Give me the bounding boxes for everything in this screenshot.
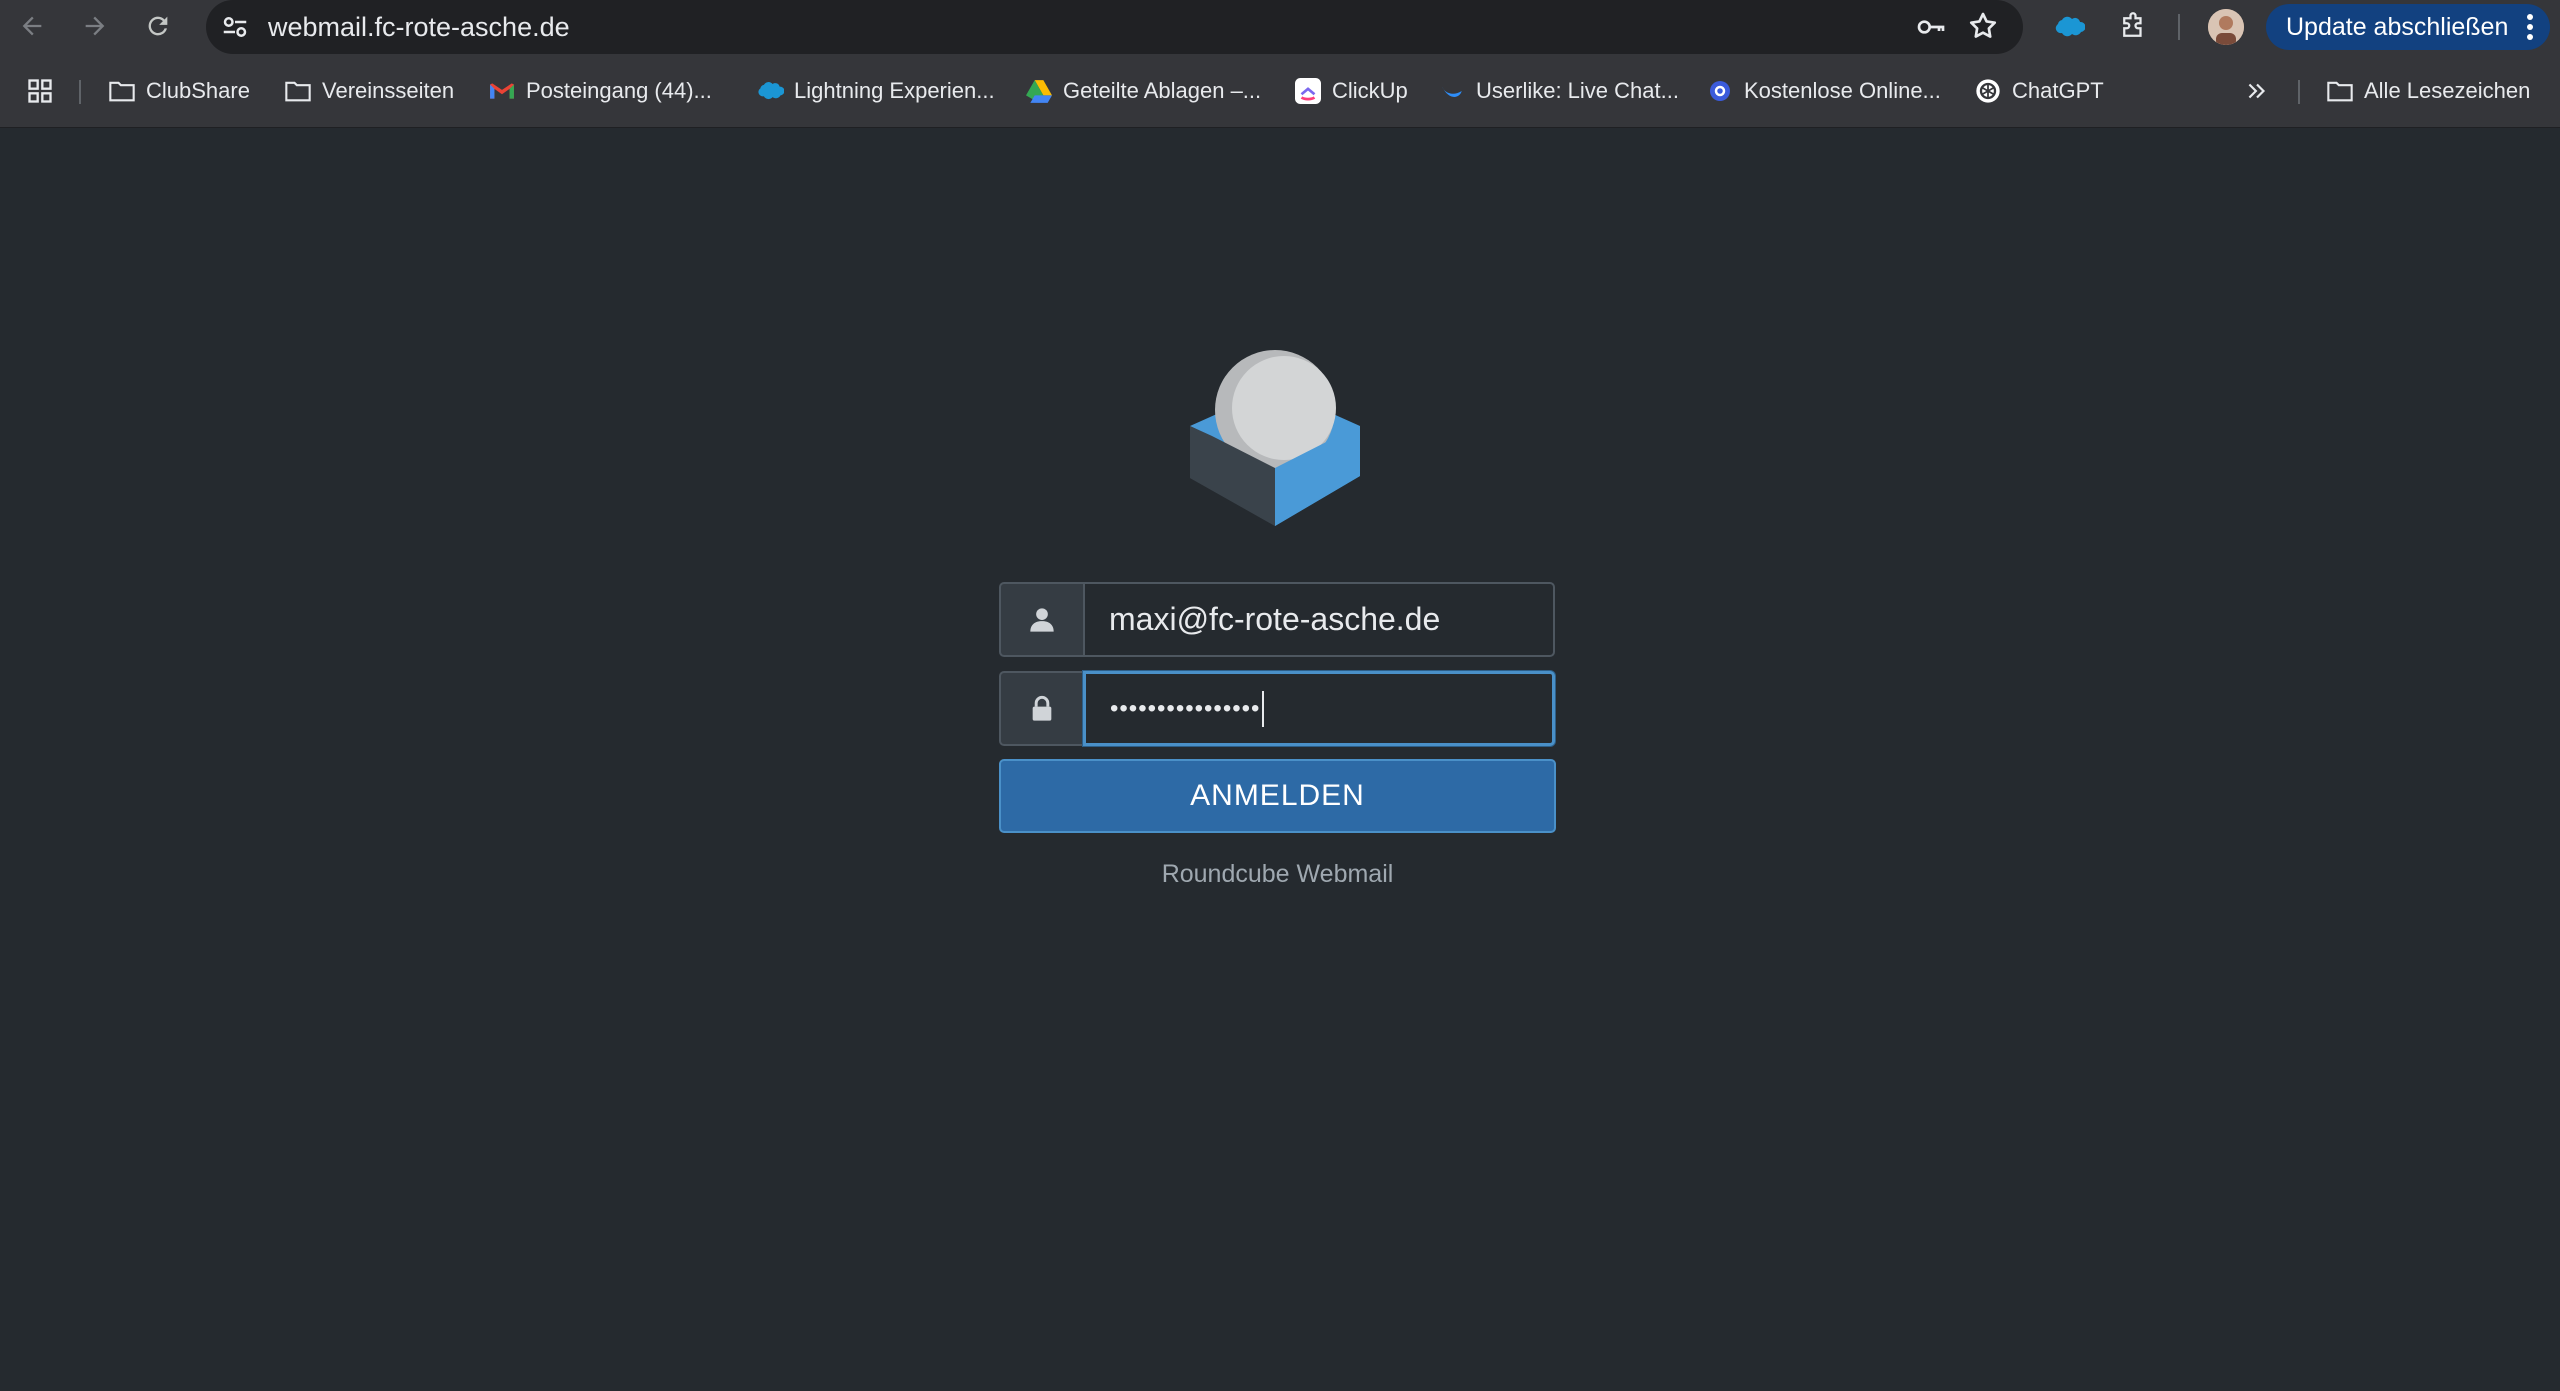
folder-icon bbox=[108, 77, 136, 105]
forward-button[interactable] bbox=[75, 6, 115, 46]
bookmark-lightning[interactable]: Lightning Experien... bbox=[756, 74, 995, 108]
update-button-label: Update abschließen bbox=[2286, 12, 2509, 41]
reload-icon bbox=[148, 16, 168, 36]
bookmark-geteilte-ablagen[interactable]: Geteilte Ablagen –... bbox=[1025, 74, 1261, 108]
profile-avatar[interactable] bbox=[2208, 9, 2244, 45]
gmail-icon bbox=[488, 77, 516, 105]
google-drive-icon bbox=[1025, 77, 1053, 105]
reload-button[interactable] bbox=[138, 6, 178, 46]
forward-icon bbox=[85, 16, 105, 36]
bookmark-userlike[interactable]: Userlike: Live Chat... bbox=[1438, 74, 1679, 108]
password-input[interactable]: •••••••••••••••• bbox=[1083, 671, 1555, 746]
username-addon bbox=[999, 582, 1083, 657]
password-key-icon[interactable] bbox=[1915, 11, 1947, 43]
userlike-icon bbox=[1438, 77, 1466, 105]
login-submit-button[interactable]: ANMELDEN bbox=[999, 759, 1556, 833]
bookmark-label: ClubShare bbox=[146, 78, 250, 103]
bookmarks-bar: ClubShare Vereinsseiten Posteingang (44)… bbox=[0, 54, 2560, 128]
salesforce-extension-icon[interactable] bbox=[2052, 10, 2086, 44]
bookmark-label: Userlike: Live Chat... bbox=[1476, 78, 1679, 103]
chatgpt-icon bbox=[1974, 77, 2002, 105]
lock-icon bbox=[1032, 695, 1052, 721]
bookmark-label: Lightning Experien... bbox=[794, 78, 995, 103]
bookmark-label: Posteingang (44)... bbox=[526, 78, 712, 103]
back-button[interactable] bbox=[12, 6, 52, 46]
bookmark-label: ClickUp bbox=[1332, 78, 1408, 103]
menu-icon[interactable] bbox=[2526, 13, 2534, 41]
bookmark-chatgpt[interactable]: ChatGPT bbox=[1974, 74, 2104, 108]
password-masked-value: •••••••••••••••• bbox=[1110, 694, 1261, 722]
bookmark-label: Vereinsseiten bbox=[322, 78, 455, 103]
extensions-icon[interactable] bbox=[2116, 10, 2150, 44]
salesforce-icon bbox=[756, 77, 784, 105]
site-settings-icon[interactable] bbox=[220, 12, 250, 42]
user-icon bbox=[1030, 607, 1054, 632]
bookmarks-divider bbox=[2298, 80, 2300, 104]
bookmark-kostenlose[interactable]: Kostenlose Online... bbox=[1706, 74, 1941, 108]
password-addon bbox=[999, 671, 1083, 746]
all-bookmarks-label: Alle Lesezeichen bbox=[2364, 78, 2531, 103]
chevron-double-right-icon bbox=[2248, 83, 2266, 99]
url-text[interactable]: webmail.fc-rote-asche.de bbox=[268, 12, 570, 42]
back-icon bbox=[22, 16, 42, 36]
bookmark-vereinsseiten[interactable]: Vereinsseiten bbox=[284, 74, 454, 108]
toolbar-divider bbox=[2178, 14, 2180, 40]
folder-icon bbox=[2326, 77, 2354, 105]
generic-site-icon bbox=[1706, 77, 1734, 105]
bookmarks-divider bbox=[79, 80, 81, 104]
text-caret bbox=[1262, 690, 1265, 727]
more-bookmarks-button[interactable] bbox=[2244, 74, 2270, 108]
clickup-icon bbox=[1294, 77, 1322, 105]
bookmark-label: Kostenlose Online... bbox=[1744, 78, 1941, 103]
browser-toolbar: webmail.fc-rote-asche.de Update abschlie… bbox=[0, 0, 2560, 54]
bookmark-label: ChatGPT bbox=[2012, 78, 2104, 103]
bookmark-star-icon[interactable] bbox=[1967, 10, 1999, 42]
username-input[interactable]: maxi@fc-rote-asche.de bbox=[1083, 582, 1555, 657]
apps-button[interactable] bbox=[26, 74, 54, 108]
username-field: maxi@fc-rote-asche.de bbox=[999, 582, 1555, 657]
apps-grid-icon bbox=[28, 79, 52, 103]
address-bar[interactable]: webmail.fc-rote-asche.de bbox=[206, 0, 2023, 54]
roundcube-logo bbox=[1190, 350, 1360, 526]
bookmark-posteingang[interactable]: Posteingang (44)... bbox=[488, 74, 712, 108]
product-name: Roundcube Webmail bbox=[1161, 860, 1394, 888]
bookmark-clubshare[interactable]: ClubShare bbox=[108, 74, 250, 108]
update-button[interactable]: Update abschließen bbox=[2266, 4, 2550, 50]
folder-icon bbox=[284, 77, 312, 105]
all-bookmarks-folder[interactable]: Alle Lesezeichen bbox=[2326, 74, 2530, 108]
bookmark-label: Geteilte Ablagen –... bbox=[1063, 78, 1262, 103]
password-field: •••••••••••••••• bbox=[999, 671, 1555, 746]
bookmark-clickup[interactable]: ClickUp bbox=[1294, 74, 1408, 108]
